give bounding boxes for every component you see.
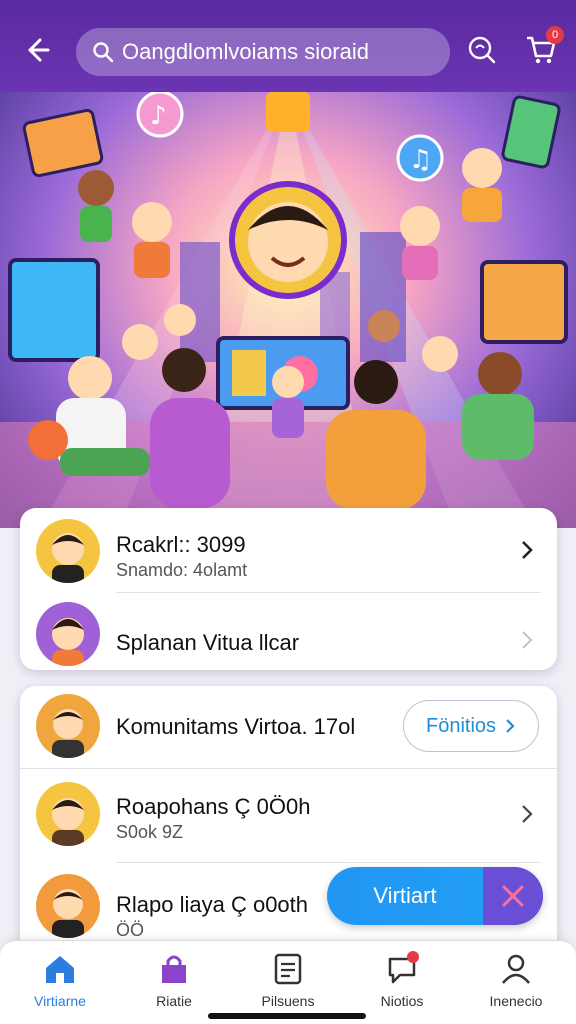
nav-label: Virtiarne	[34, 993, 86, 1009]
app-header: Oangdlomlvoiams sioraid 0	[0, 0, 576, 92]
chevron-right-icon	[522, 541, 533, 559]
summary-card: Rcakrl:: 3099 Snamdo: 4olamt Splanan Vit…	[20, 508, 557, 670]
nav-label: Pilsuens	[261, 993, 315, 1009]
list-item[interactable]: Komunitams Virtoa. 17ol Fönitios	[20, 686, 557, 768]
home-icon	[46, 956, 74, 983]
nav-label: Niotios	[380, 993, 424, 1009]
item-title: Rcakrl:: 3099	[116, 532, 246, 557]
nav-item-chat[interactable]: Niotios	[352, 951, 452, 1015]
item-title: Komunitams Virtoa. 17ol	[116, 714, 356, 739]
item-subtitle: ÖÖ	[116, 920, 145, 940]
virtual-community-artwork: ♪ ♫	[0, 92, 576, 528]
features-button-label: Fönitios	[425, 714, 497, 737]
chat-icon	[388, 951, 419, 984]
nav-item-profile[interactable]: Inenecio	[466, 951, 566, 1015]
svg-text:♪: ♪	[150, 101, 167, 131]
avatar	[36, 602, 100, 666]
item-title: Rlapo liaya Ç o0oth	[116, 892, 309, 917]
bottom-navigation: Virtiarne Riatie Pilsuens Niotios Inenec…	[0, 940, 576, 1024]
list-item[interactable]: Splanan Vitua llcar	[20, 592, 557, 674]
cart-button[interactable]: 0	[524, 26, 564, 66]
search-bar[interactable]: Oangdlomlvoiams sioraid	[76, 28, 450, 76]
cart-badge: 0	[546, 26, 564, 44]
item-title: Splanan Vitua llcar	[116, 630, 300, 655]
close-button[interactable]	[483, 867, 543, 925]
divider	[116, 862, 541, 863]
notes-icon	[274, 953, 302, 985]
divider	[20, 768, 557, 769]
avatar	[36, 782, 100, 846]
item-title: Roapohans Ç 0Ö0h	[116, 794, 311, 819]
scan-search-icon[interactable]	[464, 32, 498, 66]
svg-text:♫: ♫	[409, 145, 432, 175]
nav-item-home[interactable]: Virtiarne	[10, 951, 110, 1015]
chevron-right-icon	[522, 805, 533, 823]
nav-item-notes[interactable]: Pilsuens	[238, 951, 338, 1015]
avatar	[36, 519, 100, 583]
list-item[interactable]: Roapohans Ç 0Ö0h S0ok 9Z	[20, 774, 557, 856]
item-subtitle: Snamdo: 4olamt	[116, 560, 248, 580]
chevron-right-icon	[522, 631, 533, 649]
search-query: Oangdlomlvoiams sioraid	[122, 39, 369, 64]
avatar	[36, 694, 100, 758]
chevron-right-icon	[506, 719, 515, 733]
back-arrow-icon[interactable]	[18, 32, 54, 68]
profile-icon	[502, 954, 530, 984]
item-subtitle: S0ok 9Z	[116, 822, 184, 842]
search-icon	[93, 42, 114, 63]
close-icon	[502, 885, 524, 907]
home-indicator	[208, 1013, 366, 1019]
floating-action-button[interactable]: Virtiart	[327, 867, 543, 925]
nav-item-bag[interactable]: Riatie	[124, 951, 224, 1015]
avatar	[36, 874, 100, 938]
list-item[interactable]: Rcakrl:: 3099 Snamdo: 4olamt	[20, 510, 557, 592]
hero-illustration: ♪ ♫	[0, 92, 576, 528]
floating-action-label: Virtiart	[373, 883, 437, 908]
features-button[interactable]: Fönitios	[403, 700, 539, 752]
nav-label: Inenecio	[489, 993, 543, 1009]
nav-label: Riatie	[156, 993, 192, 1009]
bag-icon	[162, 955, 186, 983]
